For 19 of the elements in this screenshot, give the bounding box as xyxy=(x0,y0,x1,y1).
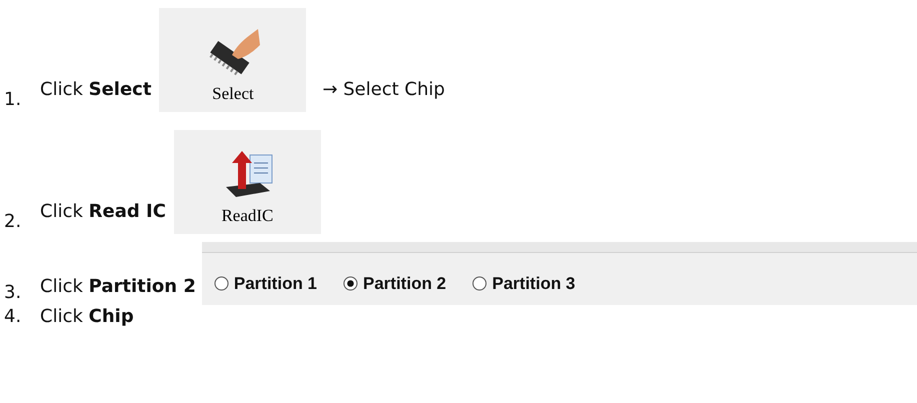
step-instruction: Click Chip xyxy=(40,305,134,329)
partition-radio[interactable]: Partition 2 xyxy=(343,270,446,296)
step-number: 2. xyxy=(3,210,22,234)
step-instruction: Click Partition 2 xyxy=(40,275,196,299)
radio-icon[interactable] xyxy=(343,276,358,291)
chip-upload-icon xyxy=(226,150,273,196)
radio-icon[interactable] xyxy=(214,276,229,291)
select-button[interactable]: Select xyxy=(159,8,306,112)
partition-radio[interactable]: Partition 1 xyxy=(214,270,318,296)
step-result: → Select Chip xyxy=(322,78,445,102)
partition-radio[interactable]: Partition 3 xyxy=(472,270,576,296)
step-number: 4. xyxy=(3,305,22,329)
read-button[interactable]: ReadIC xyxy=(174,130,321,234)
step-number: 1. xyxy=(3,88,22,112)
radio-icon[interactable] xyxy=(472,276,488,291)
step-instruction: Click Select xyxy=(40,78,152,102)
step-instruction: Click Read IC xyxy=(40,200,166,224)
chip-hand-icon xyxy=(209,28,260,75)
step-number: 3. xyxy=(3,281,22,305)
